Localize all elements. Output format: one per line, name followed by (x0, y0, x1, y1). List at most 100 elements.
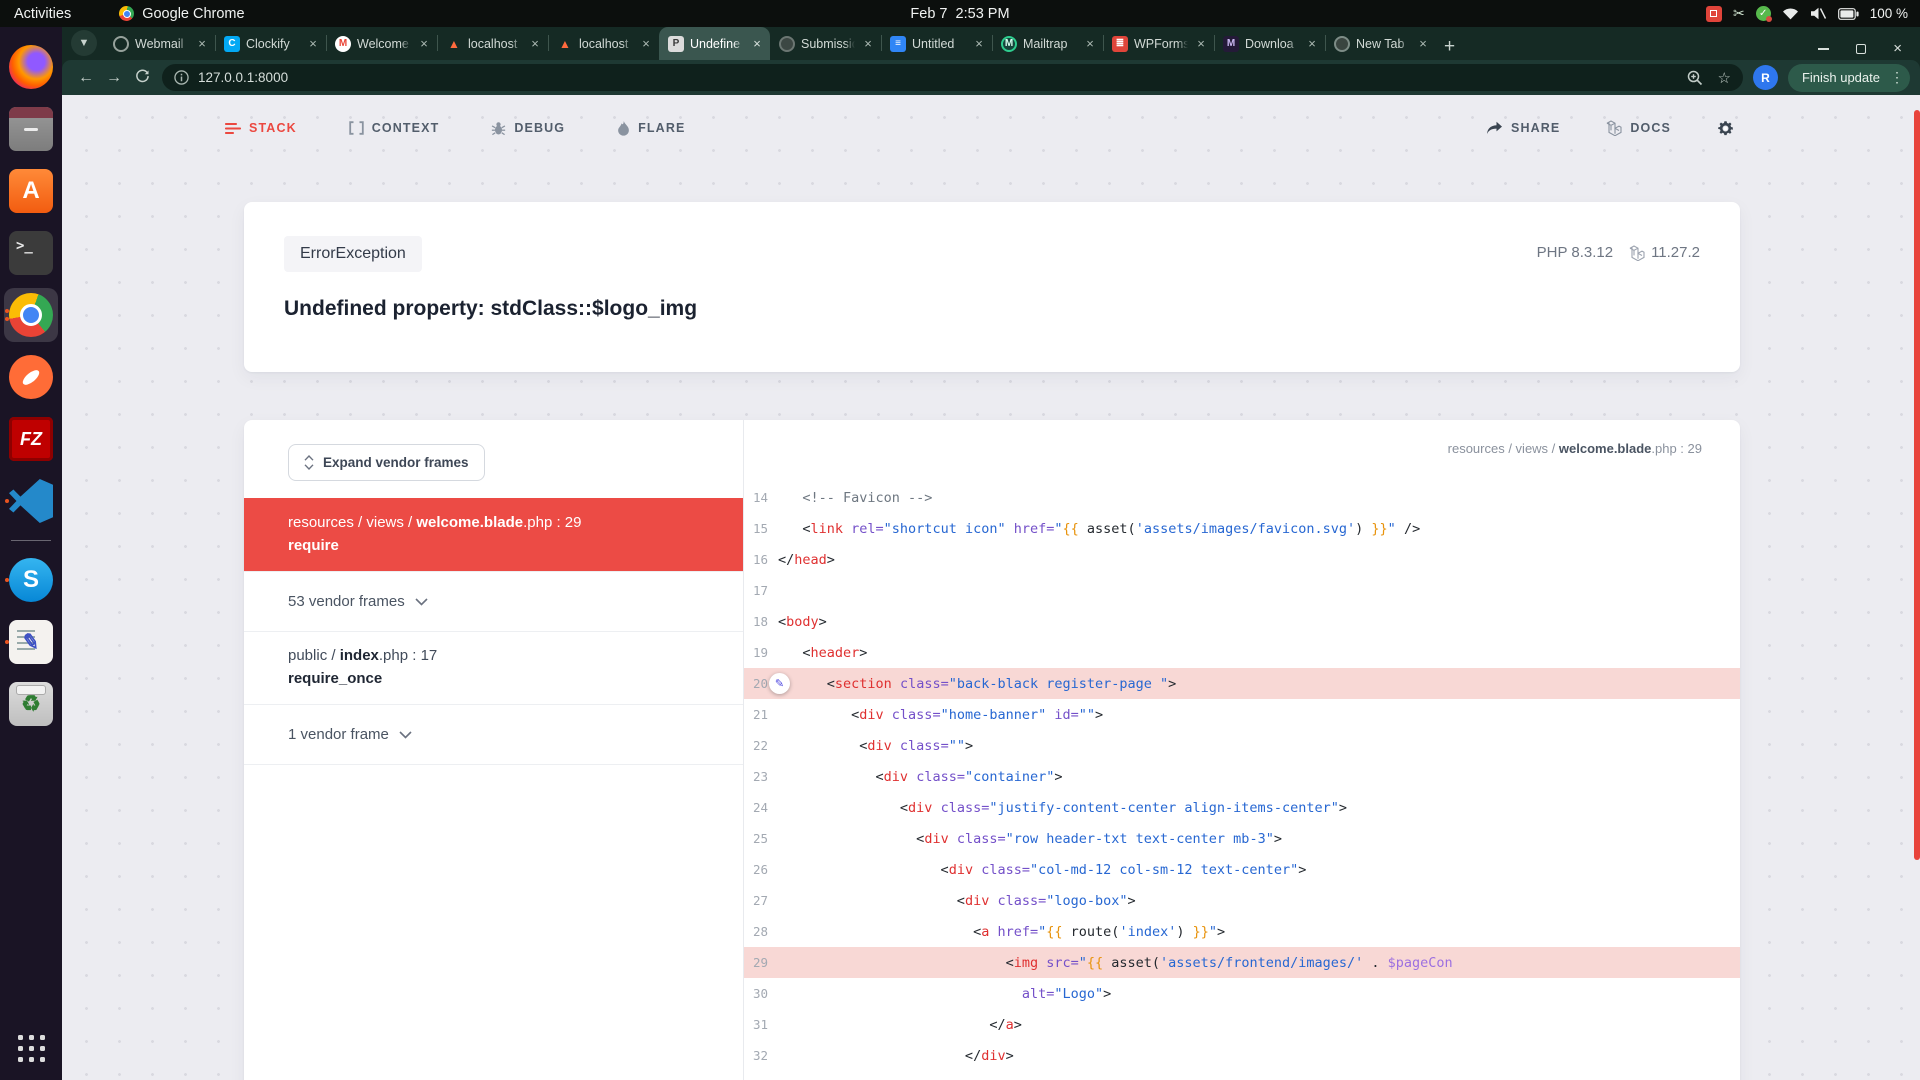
tab-title: Submissio (801, 37, 855, 51)
ignition-tab-label: SHARE (1511, 121, 1560, 135)
show-applications-button[interactable] (18, 1035, 45, 1062)
expand-vendor-frames-button[interactable]: Expand vendor frames (288, 444, 485, 481)
browser-tab[interactable]: ≣ WPForms × (1103, 27, 1214, 60)
code-text: </a> (778, 1017, 1022, 1033)
dock-item-skype[interactable]: S (4, 553, 58, 607)
browser-tab[interactable]: Webmail× (104, 27, 215, 60)
browser-tab[interactable]: Submissio × (770, 27, 881, 60)
tab-close-icon[interactable]: × (528, 36, 542, 51)
browser-tab[interactable]: PUndefine× (659, 27, 770, 60)
tab-title: Welcome (357, 37, 411, 51)
new-tab-button[interactable]: + (1444, 36, 1455, 58)
bookmark-star-icon[interactable]: ☆ (1717, 69, 1730, 87)
zoom-icon[interactable] (1687, 70, 1703, 86)
volume-muted-icon (1810, 7, 1827, 20)
tab-close-icon[interactable]: × (1194, 36, 1208, 51)
profile-avatar[interactable]: R (1753, 65, 1778, 90)
filezilla-icon: FZ (9, 417, 53, 461)
finish-update-button[interactable]: Finish update ⋮ (1788, 64, 1910, 92)
ignition-tab-label: DEBUG (514, 121, 565, 135)
tab-favicon: ≡ (890, 36, 906, 52)
tab-favicon: M (335, 36, 351, 52)
tab-close-icon[interactable]: × (639, 36, 653, 51)
tab-favicon: ▲ (446, 36, 462, 52)
stack-frame[interactable]: resources / views / welcome.blade.php : … (244, 498, 743, 571)
code-line-17: 17 (744, 575, 1740, 606)
vendor-frames-toggle[interactable]: 53 vendor frames (244, 571, 743, 631)
tab-title: WPForms (1134, 37, 1188, 51)
minimize-button[interactable] (1818, 48, 1829, 50)
ignition-tab-debug[interactable]: DEBUG (491, 121, 565, 136)
code-line-24: 24 <div class="justify-content-center al… (744, 792, 1740, 823)
browser-tab[interactable]: MDownloa× (1214, 27, 1325, 60)
browser-tab[interactable]: MMailtrap× (992, 27, 1103, 60)
vendor-frames-toggle[interactable]: 1 vendor frame (244, 704, 743, 765)
tab-close-icon[interactable]: × (750, 36, 764, 51)
tab-close-icon[interactable]: × (1305, 36, 1319, 51)
site-info-icon[interactable] (174, 70, 189, 85)
screenshot-icon: ✂ (1733, 5, 1745, 22)
tab-close-icon[interactable]: × (417, 36, 431, 51)
battery-percentage: 100 % (1870, 6, 1908, 21)
code-text: <link rel="shortcut icon" href="{{ asset… (778, 521, 1420, 537)
edit-in-editor-icon[interactable]: ✎ (769, 673, 790, 694)
dock-item-postman[interactable] (4, 350, 58, 404)
ignition-tab-flare[interactable]: FLARE (617, 121, 685, 136)
tab-search-button[interactable]: ▼ (71, 30, 97, 56)
version-info: PHP 8.3.12 11.27.2 (1537, 244, 1700, 261)
dock-item-files[interactable] (4, 102, 58, 156)
ignition-tab-settings[interactable] (1717, 120, 1734, 137)
line-number: 22 (744, 738, 778, 753)
dock-item-vscode[interactable] (4, 474, 58, 528)
browser-tab[interactable]: ▲localhost× (548, 27, 659, 60)
back-button[interactable]: ← (72, 69, 100, 87)
url-text[interactable]: 127.0.0.1:8000 (198, 70, 288, 85)
restore-button[interactable] (1856, 44, 1866, 54)
ignition-tab-label: FLARE (638, 121, 685, 135)
dock-item-filezilla[interactable]: FZ (4, 412, 58, 466)
code-text: </div> (778, 1048, 1014, 1064)
system-tray[interactable]: ✂ ✓ 100 % (1706, 5, 1920, 22)
tab-close-icon[interactable]: × (1416, 36, 1430, 51)
dock-item-chrome[interactable] (4, 288, 58, 342)
chrome-icon (9, 293, 53, 337)
stack-frame[interactable]: public / index.php : 17require_once (244, 631, 743, 704)
address-bar[interactable]: 127.0.0.1:8000 ☆ (162, 64, 1743, 91)
tab-close-icon[interactable]: × (972, 36, 986, 51)
tab-title: Mailtrap (1023, 37, 1077, 51)
ignition-tab-context[interactable]: CONTEXT (349, 121, 440, 135)
ignition-tab-stack[interactable]: STACK (225, 121, 297, 135)
line-number: 25 (744, 831, 778, 846)
dock-item-trash[interactable]: ♻ (4, 677, 58, 731)
tab-close-icon[interactable]: × (1083, 36, 1097, 51)
dock-item-firefox[interactable] (4, 40, 58, 94)
browser-tab[interactable]: CClockify× (215, 27, 326, 60)
exception-class-badge: ErrorException (284, 236, 422, 272)
ignition-tab-docs[interactable]: DOCS (1606, 120, 1671, 136)
page-scrollbar-thumb[interactable] (1914, 110, 1920, 860)
code-line-14: 14 <!-- Favicon --> (744, 482, 1740, 513)
browser-tab[interactable]: New Tab× (1325, 27, 1436, 60)
dock-item-gedit[interactable]: ✎ (4, 615, 58, 669)
window-close-button[interactable]: × (1893, 44, 1902, 54)
tab-close-icon[interactable]: × (861, 36, 875, 51)
tab-favicon: C (224, 36, 240, 52)
dock-item-terminal[interactable]: >_ (4, 226, 58, 280)
tab-strip: ▼ Webmail×CClockify×MWelcome×▲localhost×… (62, 27, 1920, 60)
tab-close-icon[interactable]: × (306, 36, 320, 51)
tab-close-icon[interactable]: × (195, 36, 209, 51)
line-number: 32 (744, 1048, 778, 1063)
code-text: <!-- Favicon --> (778, 490, 932, 506)
browser-tab[interactable]: M Welcome × (326, 27, 437, 60)
forward-button[interactable]: → (100, 69, 128, 87)
browser-tab[interactable]: ▲localhost× (437, 27, 548, 60)
dock-item-ubuntu-software[interactable]: A (4, 164, 58, 218)
ignition-tab-share[interactable]: SHARE (1486, 121, 1560, 135)
chrome-menu-icon[interactable]: ⋮ (1890, 69, 1904, 86)
reload-button[interactable] (128, 68, 156, 88)
tab-favicon: ≣ (1112, 36, 1128, 52)
clock[interactable]: Feb 7 2:53 PM (0, 6, 1920, 22)
line-number: 23 (744, 769, 778, 784)
settings-icon (1717, 120, 1734, 137)
browser-tab[interactable]: ≡Untitled× (881, 27, 992, 60)
